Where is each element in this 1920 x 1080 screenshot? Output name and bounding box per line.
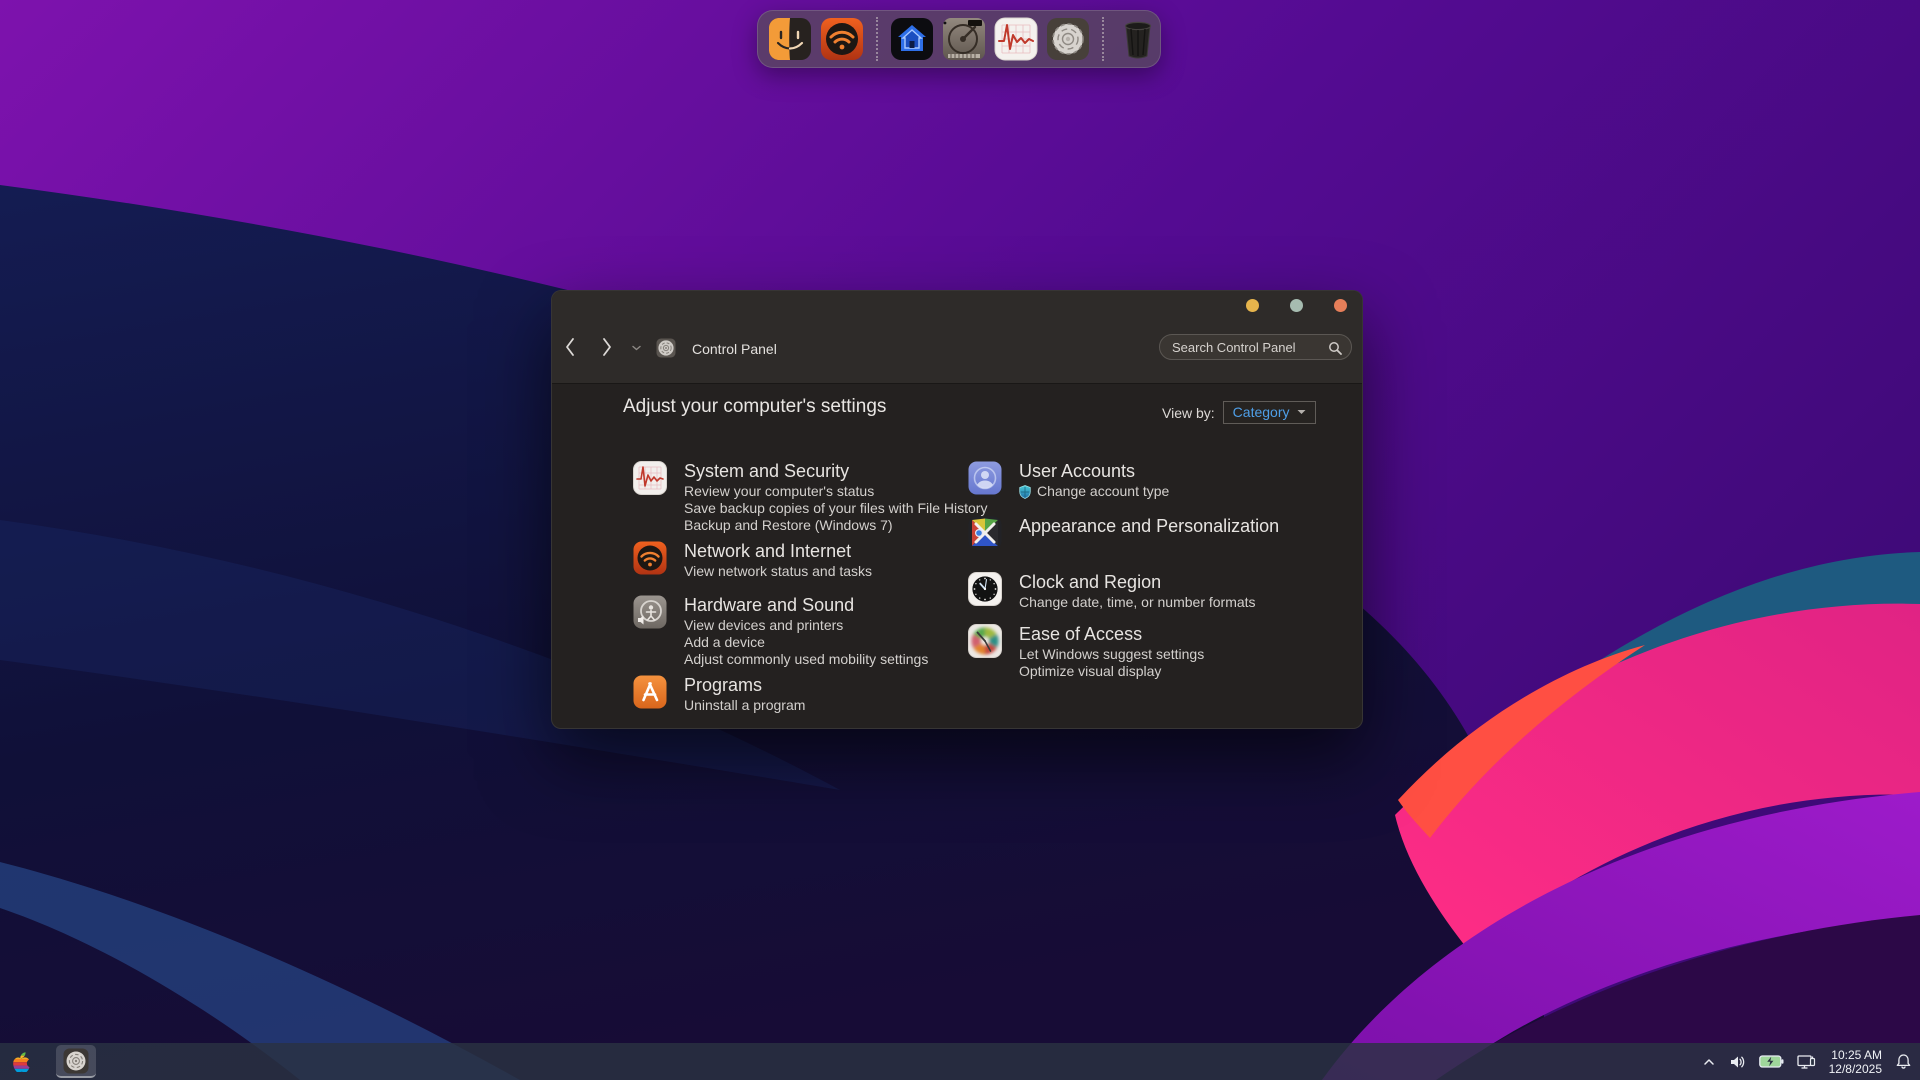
view-by-label: View by: (1162, 405, 1215, 421)
zoom-button[interactable] (1290, 299, 1303, 312)
category-programs[interactable]: Programs Uninstall a program (633, 675, 1003, 714)
category-network-and-internet[interactable]: Network and Internet View network status… (633, 541, 1003, 580)
task-link[interactable]: Uninstall a program (684, 697, 805, 714)
dock (757, 10, 1161, 68)
system-security-icon[interactable] (633, 461, 667, 495)
notifications-icon[interactable] (1895, 1053, 1912, 1070)
clock-region-icon[interactable] (968, 572, 1002, 606)
network-internet-icon[interactable] (633, 541, 667, 575)
ease-of-access-icon[interactable] (968, 624, 1002, 658)
hidden-icons-chevron-icon[interactable] (1703, 1058, 1715, 1066)
category-title[interactable]: System and Security (684, 461, 987, 481)
category-clock-and-region[interactable]: Clock and Region Change date, time, or n… (968, 572, 1338, 611)
view-by-dropdown[interactable]: Category (1223, 401, 1317, 424)
network-app-icon[interactable] (820, 17, 864, 61)
window-titlebar[interactable]: Control Panel (552, 291, 1362, 384)
category-ease-of-access[interactable]: Ease of Access Let Windows suggest setti… (968, 624, 1338, 680)
battery-icon[interactable] (1759, 1055, 1784, 1068)
network-icon[interactable] (1797, 1054, 1816, 1070)
task-link[interactable]: View network status and tasks (684, 563, 872, 580)
category-title[interactable]: Programs (684, 675, 805, 695)
control-panel-window: Control Panel Adjust your computer's set… (551, 290, 1363, 729)
window-title: Control Panel (692, 341, 777, 357)
category-title[interactable]: Hardware and Sound (684, 595, 928, 615)
traffic-lights (1246, 299, 1347, 312)
taskbar-control-panel-button[interactable] (56, 1045, 96, 1078)
search-box[interactable] (1159, 334, 1352, 360)
hardware-sound-icon[interactable] (633, 595, 667, 629)
control-panel-icon (656, 338, 676, 358)
category-title[interactable]: Clock and Region (1019, 572, 1256, 592)
task-link[interactable]: Adjust commonly used mobility settings (684, 651, 928, 668)
view-by-value[interactable]: Category (1233, 404, 1290, 420)
task-link[interactable]: Review your computer's status (684, 483, 987, 500)
page-title: Adjust your computer's settings (623, 396, 886, 418)
settings-app-icon[interactable] (1046, 17, 1090, 61)
task-link[interactable]: Let Windows suggest settings (1019, 646, 1204, 663)
category-title[interactable]: Network and Internet (684, 541, 872, 561)
chevron-down-icon (1297, 409, 1306, 415)
category-appearance-personalization[interactable]: Appearance and Personalization (968, 516, 1338, 550)
search-icon[interactable] (1328, 341, 1342, 355)
forward-button[interactable] (601, 337, 613, 357)
programs-icon[interactable] (633, 675, 667, 709)
user-accounts-icon[interactable] (968, 461, 1002, 495)
category-system-and-security[interactable]: System and Security Review your computer… (633, 461, 1003, 534)
clock-date: 12/8/2025 (1829, 1062, 1882, 1076)
hard-disk-icon[interactable] (942, 17, 986, 61)
task-link[interactable]: Change account type (1019, 483, 1169, 500)
clock-time: 10:25 AM (1829, 1048, 1882, 1062)
task-link[interactable]: Backup and Restore (Windows 7) (684, 517, 987, 534)
category-hardware-and-sound[interactable]: Hardware and Sound View devices and prin… (633, 595, 1003, 668)
task-link[interactable]: Change date, time, or number formats (1019, 594, 1256, 611)
task-link[interactable]: Optimize visual display (1019, 663, 1204, 680)
activity-monitor-app-icon[interactable] (994, 17, 1038, 61)
task-link[interactable]: Add a device (684, 634, 928, 651)
category-title[interactable]: Appearance and Personalization (1019, 516, 1279, 536)
view-by-control: View by: Category (1162, 401, 1316, 424)
back-button[interactable] (564, 337, 576, 357)
control-panel-icon (63, 1048, 89, 1074)
home-app-icon[interactable] (890, 17, 934, 61)
taskbar: 10:25 AM 12/8/2025 (0, 1043, 1920, 1080)
desktop: Control Panel Adjust your computer's set… (0, 0, 1920, 1080)
task-link[interactable]: Save backup copies of your files with Fi… (684, 500, 987, 517)
uac-shield-icon (1019, 485, 1031, 499)
close-button[interactable] (1334, 299, 1347, 312)
finder-icon[interactable] (768, 17, 812, 61)
minimize-button[interactable] (1246, 299, 1259, 312)
trash-icon[interactable] (1116, 17, 1160, 61)
category-title[interactable]: User Accounts (1019, 461, 1169, 481)
appearance-icon[interactable] (968, 516, 1002, 550)
category-user-accounts[interactable]: User Accounts Change account type (968, 461, 1338, 500)
recent-locations-chevron-icon[interactable] (632, 345, 641, 351)
dock-separator (876, 17, 878, 61)
task-link[interactable]: View devices and printers (684, 617, 928, 634)
dock-separator (1102, 17, 1104, 61)
category-title[interactable]: Ease of Access (1019, 624, 1204, 644)
system-tray: 10:25 AM 12/8/2025 (1703, 1043, 1912, 1080)
apple-menu-icon[interactable] (12, 1051, 30, 1072)
taskbar-clock[interactable]: 10:25 AM 12/8/2025 (1829, 1048, 1882, 1076)
volume-icon[interactable] (1728, 1053, 1746, 1071)
search-input[interactable] (1172, 335, 1322, 359)
